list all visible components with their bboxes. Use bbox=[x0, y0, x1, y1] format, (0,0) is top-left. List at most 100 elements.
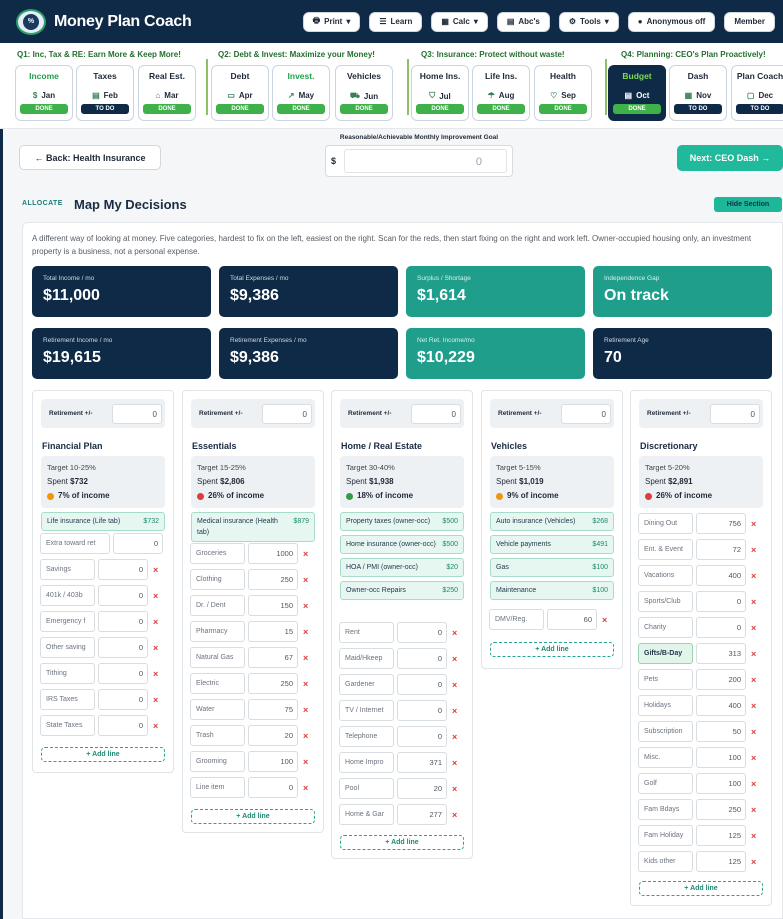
retirement-input[interactable]: 0 bbox=[112, 403, 162, 424]
line-item-name[interactable]: Water bbox=[190, 699, 245, 720]
line-item-value[interactable]: 67 bbox=[248, 647, 298, 668]
line-item-value[interactable]: 756 bbox=[696, 513, 746, 534]
line-item-name[interactable]: Other saving bbox=[40, 637, 95, 658]
remove-line-icon[interactable]: × bbox=[452, 758, 457, 768]
line-item-value[interactable]: 0 bbox=[397, 700, 447, 721]
line-item-name[interactable]: Telephone bbox=[339, 726, 394, 747]
line-item-name[interactable]: Sports/Club bbox=[638, 591, 693, 612]
line-item-name[interactable]: DMV/Reg. bbox=[489, 609, 544, 630]
remove-line-icon[interactable]: × bbox=[452, 628, 457, 638]
line-item-value[interactable]: 313 bbox=[696, 643, 746, 664]
line-item-value[interactable]: 400 bbox=[696, 695, 746, 716]
month-card-aug[interactable]: Life Ins. ☂ Aug DONE bbox=[472, 65, 530, 121]
remove-line-icon[interactable]: × bbox=[751, 701, 756, 711]
remove-line-icon[interactable]: × bbox=[303, 627, 308, 637]
add-line-button[interactable]: + Add line bbox=[340, 835, 464, 850]
line-item-name[interactable]: Rent bbox=[339, 622, 394, 643]
hide-section-button[interactable]: Hide Section bbox=[714, 197, 782, 212]
remove-line-icon[interactable]: × bbox=[751, 753, 756, 763]
line-item-value[interactable]: 125 bbox=[696, 825, 746, 846]
retirement-input[interactable]: 0 bbox=[411, 403, 461, 424]
remove-line-icon[interactable]: × bbox=[751, 727, 756, 737]
line-item-value[interactable]: 0 bbox=[248, 777, 298, 798]
line-item-value[interactable]: 20 bbox=[248, 725, 298, 746]
retirement-input[interactable]: 0 bbox=[262, 403, 312, 424]
line-item-value[interactable]: 250 bbox=[696, 799, 746, 820]
back-button[interactable]: ← Back: Health Insurance bbox=[19, 145, 161, 170]
month-card-feb[interactable]: Taxes ▤ Feb TO DO bbox=[76, 65, 134, 121]
line-item-value[interactable]: 150 bbox=[248, 595, 298, 616]
line-item-value[interactable]: 0 bbox=[696, 591, 746, 612]
line-item-name[interactable]: Holidays bbox=[638, 695, 693, 716]
month-card-mar[interactable]: Real Est. ⌂ Mar DONE bbox=[138, 65, 196, 121]
remove-line-icon[interactable]: × bbox=[153, 565, 158, 575]
nav-button-tools[interactable]: ⚙ Tools ▾ bbox=[558, 11, 619, 32]
line-item-value[interactable]: 0 bbox=[397, 674, 447, 695]
remove-line-icon[interactable]: × bbox=[751, 571, 756, 581]
line-item-value[interactable]: 277 bbox=[397, 804, 447, 825]
month-card-apr[interactable]: Debt ▭ Apr DONE bbox=[211, 65, 269, 121]
line-item-name[interactable]: Electric bbox=[190, 673, 245, 694]
remove-line-icon[interactable]: × bbox=[452, 654, 457, 664]
remove-line-icon[interactable]: × bbox=[751, 831, 756, 841]
line-item-name[interactable]: Misc. bbox=[638, 747, 693, 768]
remove-line-icon[interactable]: × bbox=[452, 680, 457, 690]
remove-line-icon[interactable]: × bbox=[751, 649, 756, 659]
add-line-button[interactable]: + Add line bbox=[191, 809, 315, 824]
remove-line-icon[interactable]: × bbox=[153, 591, 158, 601]
line-item-value[interactable]: 250 bbox=[248, 569, 298, 590]
nav-button-member[interactable]: Member bbox=[724, 11, 775, 32]
line-item-value[interactable]: 0 bbox=[98, 559, 148, 580]
line-item-value[interactable]: 0 bbox=[696, 617, 746, 638]
line-item-name[interactable]: Kids other bbox=[638, 851, 693, 872]
remove-line-icon[interactable]: × bbox=[452, 732, 457, 742]
line-item-name[interactable]: State Taxes bbox=[40, 715, 95, 736]
brand-title[interactable]: Money Plan Coach bbox=[54, 13, 294, 31]
remove-line-icon[interactable]: × bbox=[751, 519, 756, 529]
line-item-value[interactable]: 400 bbox=[696, 565, 746, 586]
line-item-value[interactable]: 100 bbox=[696, 773, 746, 794]
remove-line-icon[interactable]: × bbox=[751, 805, 756, 815]
line-item-name[interactable]: Savings bbox=[40, 559, 95, 580]
line-item-value[interactable]: 0 bbox=[98, 663, 148, 684]
remove-line-icon[interactable]: × bbox=[153, 669, 158, 679]
line-item-name[interactable]: Fam Holiday bbox=[638, 825, 693, 846]
line-item-name[interactable]: Subscription bbox=[638, 721, 693, 742]
line-item-value[interactable]: 100 bbox=[248, 751, 298, 772]
remove-line-icon[interactable]: × bbox=[303, 757, 308, 767]
nav-button-learn[interactable]: ☰ Learn bbox=[369, 11, 423, 32]
retirement-input[interactable]: 0 bbox=[561, 403, 611, 424]
line-item-name[interactable]: Extra toward ret bbox=[40, 533, 110, 554]
line-item-name[interactable]: Ent. & Event bbox=[638, 539, 693, 560]
line-item-value[interactable]: 0 bbox=[397, 726, 447, 747]
month-card-jan[interactable]: Income $ Jan DONE bbox=[15, 65, 73, 121]
remove-line-icon[interactable]: × bbox=[751, 623, 756, 633]
line-item-name[interactable]: Home & Gar bbox=[339, 804, 394, 825]
remove-line-icon[interactable]: × bbox=[751, 545, 756, 555]
line-item-name[interactable]: Dining Out bbox=[638, 513, 693, 534]
line-item-value[interactable]: 0 bbox=[98, 585, 148, 606]
remove-line-icon[interactable]: × bbox=[303, 653, 308, 663]
line-item-name[interactable]: Trash bbox=[190, 725, 245, 746]
line-item-name[interactable]: IRS Taxes bbox=[40, 689, 95, 710]
line-item-value[interactable]: 0 bbox=[98, 715, 148, 736]
line-item-name[interactable]: Grooming bbox=[190, 751, 245, 772]
nav-button-print[interactable]: 🖶 Print ▾ bbox=[302, 11, 361, 32]
remove-line-icon[interactable]: × bbox=[153, 643, 158, 653]
line-item-name[interactable]: Groceries bbox=[190, 543, 245, 564]
remove-line-icon[interactable]: × bbox=[452, 706, 457, 716]
line-item-value[interactable]: 250 bbox=[248, 673, 298, 694]
line-item-value[interactable]: 0 bbox=[98, 637, 148, 658]
line-item-value[interactable]: 0 bbox=[397, 648, 447, 669]
line-item-name[interactable]: Tithing bbox=[40, 663, 95, 684]
next-button[interactable]: Next: CEO Dash → bbox=[677, 145, 783, 171]
line-item-value[interactable]: 100 bbox=[696, 747, 746, 768]
month-card-jun[interactable]: Vehicles ⛟ Jun DONE bbox=[335, 65, 393, 121]
line-item-value[interactable]: 75 bbox=[248, 699, 298, 720]
remove-line-icon[interactable]: × bbox=[303, 549, 308, 559]
remove-line-icon[interactable]: × bbox=[303, 575, 308, 585]
line-item-value[interactable]: 0 bbox=[113, 533, 163, 554]
nav-button-abc-s[interactable]: ▤ Abc's bbox=[496, 11, 550, 32]
remove-line-icon[interactable]: × bbox=[751, 857, 756, 867]
remove-line-icon[interactable]: × bbox=[452, 810, 457, 820]
